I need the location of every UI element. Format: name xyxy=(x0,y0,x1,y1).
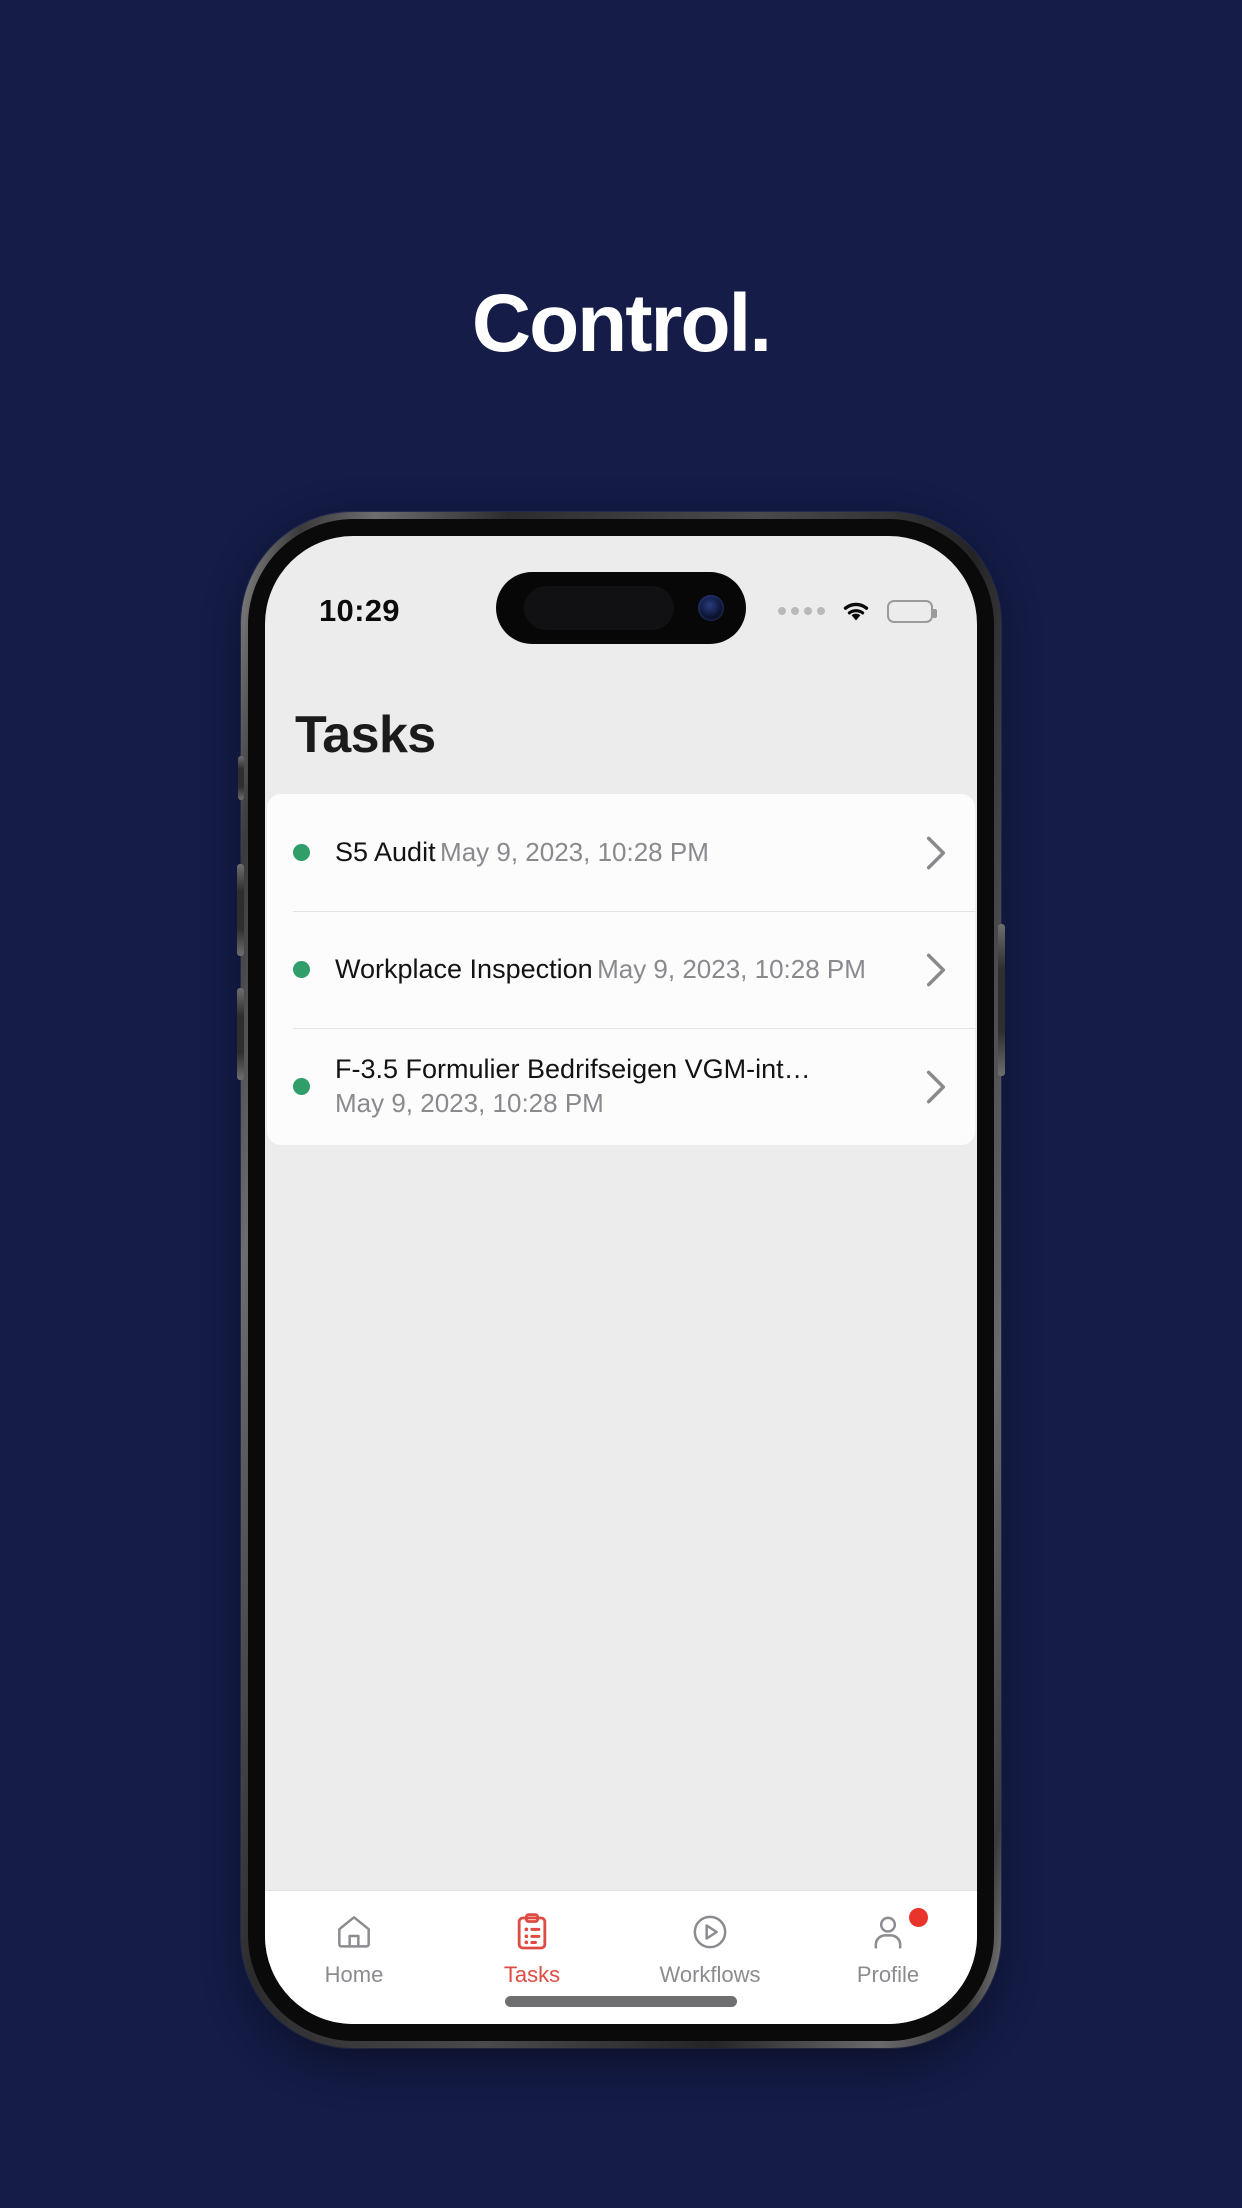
status-time: 10:29 xyxy=(319,593,400,628)
task-date: May 9, 2023, 10:28 PM xyxy=(597,953,866,984)
status-dot-icon xyxy=(293,961,310,978)
task-content: F-3.5 Formulier Bedrifseigen VGM-int… Ma… xyxy=(335,1053,925,1119)
tab-label-home: Home xyxy=(324,1962,384,1987)
volume-down-button[interactable] xyxy=(237,988,244,1080)
wifi-icon xyxy=(843,602,869,621)
task-list-item[interactable]: F-3.5 Formulier Bedrifseigen VGM-int… Ma… xyxy=(267,1028,975,1145)
volume-up-button[interactable] xyxy=(237,864,244,956)
chevron-right-icon[interactable] xyxy=(925,1068,947,1106)
chevron-right-icon[interactable] xyxy=(925,834,947,872)
dynamic-island-pill xyxy=(524,586,674,630)
cellular-dots-icon xyxy=(778,607,825,615)
task-content: S5 Audit May 9, 2023, 10:28 PM xyxy=(335,836,925,870)
home-indicator[interactable] xyxy=(505,1996,737,2007)
play-circle-icon xyxy=(690,1911,730,1953)
tab-label-workflows: Workflows xyxy=(659,1962,761,1987)
task-list-item[interactable]: Workplace Inspection May 9, 2023, 10:28 … xyxy=(267,911,975,1028)
tab-label-profile: Profile xyxy=(856,1962,920,1987)
front-camera-icon xyxy=(698,595,724,621)
task-title: Workplace Inspection xyxy=(335,953,593,984)
battery-full-icon xyxy=(887,599,937,623)
task-date: May 9, 2023, 10:28 PM xyxy=(440,836,709,867)
tab-profile[interactable]: Profile xyxy=(799,1891,977,2024)
task-title: S5 Audit xyxy=(335,836,436,867)
clipboard-list-icon xyxy=(512,1911,552,1953)
phone-mockup: 10:29 Tasks S5 Audit May 9, 2023, 10:28 … xyxy=(237,512,1005,2072)
tab-label-tasks: Tasks xyxy=(503,1962,561,1987)
page-headline: Control. xyxy=(471,278,772,369)
task-list: S5 Audit May 9, 2023, 10:28 PM Workplace… xyxy=(267,794,975,1145)
task-list-item[interactable]: S5 Audit May 9, 2023, 10:28 PM xyxy=(267,794,975,911)
dynamic-island xyxy=(496,572,746,644)
home-icon xyxy=(334,1911,374,1953)
mute-switch-button[interactable] xyxy=(238,756,244,800)
task-date: May 9, 2023, 10:28 PM xyxy=(335,1088,604,1119)
task-content: Workplace Inspection May 9, 2023, 10:28 … xyxy=(335,953,925,987)
phone-screen: 10:29 Tasks S5 Audit May 9, 2023, 10:28 … xyxy=(265,536,977,2024)
bottom-tab-bar: Home Tasks Workflows Profile xyxy=(265,1890,977,2024)
task-title: F-3.5 Formulier Bedrifseigen VGM-int… xyxy=(335,1054,811,1085)
profile-notification-badge xyxy=(909,1908,928,1927)
power-button[interactable] xyxy=(998,924,1005,1076)
status-dot-icon xyxy=(293,844,310,861)
page-title: Tasks xyxy=(295,706,436,764)
person-icon xyxy=(868,1908,928,1953)
status-dot-icon xyxy=(293,1078,310,1095)
chevron-right-icon[interactable] xyxy=(925,951,947,989)
status-indicators xyxy=(778,599,937,623)
tab-home[interactable]: Home xyxy=(265,1891,443,2024)
